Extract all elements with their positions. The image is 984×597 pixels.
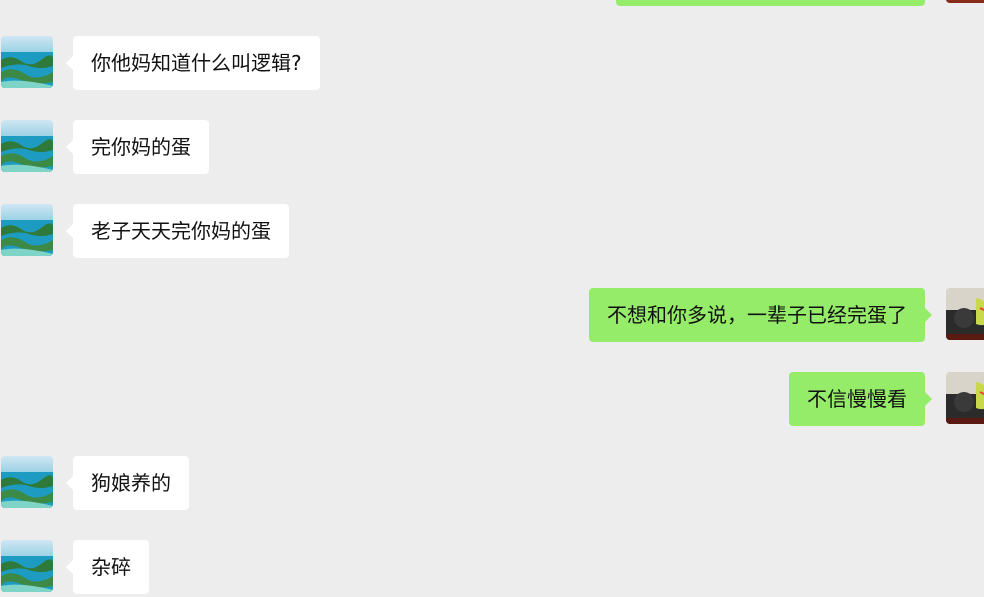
self-avatar-partial[interactable] (946, 0, 984, 3)
message-bubble-incoming[interactable]: 完你妈的蛋 (66, 120, 209, 174)
message-bubble-incoming[interactable]: 你他妈知道什么叫逻辑? (66, 36, 320, 90)
self-avatar[interactable] (946, 372, 984, 424)
message-bubble-incoming[interactable]: 老子天天完你妈的蛋 (66, 204, 289, 258)
self-avatar[interactable] (946, 288, 984, 340)
contact-avatar[interactable] (1, 204, 53, 256)
message-bubble-outgoing[interactable]: 不想和你多说，一辈子已经完蛋了 (589, 288, 932, 342)
contact-avatar[interactable] (1, 540, 53, 592)
message-bubble-outgoing-partial[interactable] (616, 0, 925, 6)
message-bubble-incoming[interactable]: 狗娘养的 (66, 456, 189, 510)
contact-avatar[interactable] (1, 456, 53, 508)
chat-window: 你他妈知道什么叫逻辑? 完你妈的蛋 老子天天完你妈的蛋 不想和你多说，一辈子已经… (0, 0, 984, 597)
contact-avatar[interactable] (1, 36, 53, 88)
message-bubble-outgoing[interactable]: 不信慢慢看 (789, 372, 932, 426)
message-bubble-incoming[interactable]: 杂碎 (66, 540, 149, 594)
contact-avatar[interactable] (1, 120, 53, 172)
